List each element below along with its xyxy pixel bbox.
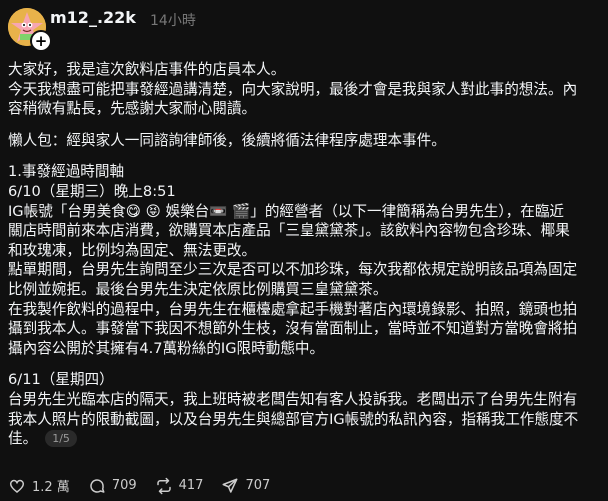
action-bar: 1.2 萬 709 417 707 bbox=[8, 476, 288, 495]
body-line-text: 攝到我本人。事發當下我因不想節外生枝，沒有當面制止，當時並不知道對方當晚會將拍 bbox=[8, 320, 578, 338]
body-line-text: 1.事發經過時間軸 bbox=[8, 163, 125, 181]
body-line: IG帳號「台男美食😋 😝 娛樂台📼 🎬」的經營者（以下一律簡稱為台男先生），在臨… bbox=[8, 202, 598, 222]
thread-post: + m12_.22k 14小時 大家好，我是這次飲料店事件的店員本人。今天我想盡… bbox=[0, 0, 608, 501]
body-line-text: 大家好，我是這次飲料店事件的店員本人。 bbox=[8, 61, 286, 78]
like-count: 1.2 萬 bbox=[32, 480, 70, 495]
body-line: 佳。 1/5 bbox=[8, 429, 598, 449]
body-line: 大家好，我是這次飲料店事件的店員本人。 bbox=[8, 60, 598, 80]
body-line: 今天我想盡可能把事發經過講清楚，向大家說明，最後才會是我與家人對此事的想法。內 bbox=[8, 80, 598, 100]
page-indicator-badge[interactable]: 1/5 bbox=[45, 430, 77, 448]
body-line: 容稍微有點長，先感謝大家耐心閱讀。 bbox=[8, 99, 598, 119]
comment-icon bbox=[90, 478, 105, 493]
repost-button[interactable]: 417 bbox=[155, 477, 204, 495]
post-time: 14小時 bbox=[150, 13, 196, 29]
body-line-text: 6/10（星期三）晚上8:51 bbox=[8, 182, 176, 200]
post-body: 大家好，我是這次飲料店事件的店員本人。今天我想盡可能把事發經過講清楚，向大家說明… bbox=[8, 60, 598, 449]
body-line-text: 6/11（星期四） bbox=[8, 371, 114, 389]
username[interactable]: m12_.22k bbox=[50, 8, 136, 27]
body-line: 我本人照片的限動截圖，以及台男先生與總部官方IG帳號的私訊內容，指稱我工作態度不 bbox=[8, 410, 598, 430]
follow-plus-icon[interactable]: + bbox=[30, 30, 52, 52]
body-line-text: 比例並婉拒。最後台男先生決定依原比例購買三皇黛黛茶。 bbox=[8, 280, 388, 298]
body-line-text: 懶人包：經與家人一同諮詢律師後，後續將循法律程序處理本事件。 bbox=[8, 131, 446, 149]
comment-button[interactable]: 709 bbox=[88, 477, 137, 495]
body-line-text: 和玫瑰凍，比例均為固定、無法更改。 bbox=[8, 241, 257, 259]
body-line: 6/11（星期四） bbox=[8, 370, 598, 390]
body-line: 6/10（星期三）晚上8:51 bbox=[8, 182, 598, 202]
repost-count: 417 bbox=[178, 478, 204, 493]
body-line-text: IG帳號「台男美食😋 😝 娛樂台📼 🎬」的經營者（以下一律簡稱為台男先生），在臨… bbox=[8, 202, 565, 220]
body-line: 攝到我本人。事發當下我因不想節外生枝，沒有當面制止，當時並不知道對方當晚會將拍 bbox=[8, 319, 598, 339]
body-line: 台男先生光臨本店的隔天，我上班時被老闆告知有客人投訴我。老闆出示了台男先生附有 bbox=[8, 390, 598, 410]
body-line: 攝內容公開於其擁有4.7萬粉絲的IG限時動態中。 bbox=[8, 339, 598, 359]
body-line-text: 關店時間前來本店消費，欲購買本店產品「三皇黛黛茶」。該飲料內容物包含珍珠、椰果 bbox=[8, 222, 570, 240]
body-line: 和玫瑰凍，比例均為固定、無法更改。 bbox=[8, 241, 598, 261]
share-button[interactable]: 707 bbox=[221, 477, 270, 495]
body-line-text: 台男先生光臨本店的隔天，我上班時被老闆告知有客人投訴我。老闆出示了台男先生附有 bbox=[8, 390, 578, 408]
body-line: 比例並婉拒。最後台男先生決定依原比例購買三皇黛黛茶。 bbox=[8, 280, 598, 300]
repost-icon bbox=[156, 477, 171, 494]
body-line-text: 在我製作飲料的過程中，台男先生在櫃檯處拿起手機對著店內環境錄影、拍照，鏡頭也拍 bbox=[8, 300, 578, 318]
share-count: 707 bbox=[245, 478, 271, 493]
avatar-wrap[interactable]: + bbox=[8, 8, 52, 52]
body-line-text: 點單期間，台男先生詢問至少三次是否可以不加珍珠，每次我都依規定說明該品項為固定 bbox=[8, 261, 578, 279]
like-button[interactable]: 1.2 萬 bbox=[8, 476, 70, 495]
body-line-text: 今天我想盡可能把事發經過講清楚，向大家說明，最後才會是我與家人對此事的想法。內 bbox=[8, 80, 578, 98]
body-line-text: 容稍微有點長，先感謝大家耐心閱讀。 bbox=[8, 100, 257, 118]
heart-icon bbox=[9, 479, 25, 493]
body-line-text: 攝內容公開於其擁有4.7萬粉絲的IG限時動態中。 bbox=[8, 339, 325, 357]
body-line-text: 佳。 bbox=[8, 430, 38, 448]
post-header: + bbox=[8, 8, 52, 52]
comment-count: 709 bbox=[111, 478, 137, 493]
body-line: 點單期間，台男先生詢問至少三次是否可以不加珍珠，每次我都依規定說明該品項為固定 bbox=[8, 260, 598, 280]
body-line: 懶人包：經與家人一同諮詢律師後，後續將循法律程序處理本事件。 bbox=[8, 131, 598, 151]
body-line: 1.事發經過時間軸 bbox=[8, 162, 598, 182]
body-line-text: 我本人照片的限動截圖，以及台男先生與總部官方IG帳號的私訊內容，指稱我工作態度不 bbox=[8, 410, 579, 428]
send-icon bbox=[222, 478, 238, 493]
body-line: 關店時間前來本店消費，欲購買本店產品「三皇黛黛茶」。該飲料內容物包含珍珠、椰果 bbox=[8, 221, 598, 241]
body-line: 在我製作飲料的過程中，台男先生在櫃檯處拿起手機對著店內環境錄影、拍照，鏡頭也拍 bbox=[8, 300, 598, 320]
